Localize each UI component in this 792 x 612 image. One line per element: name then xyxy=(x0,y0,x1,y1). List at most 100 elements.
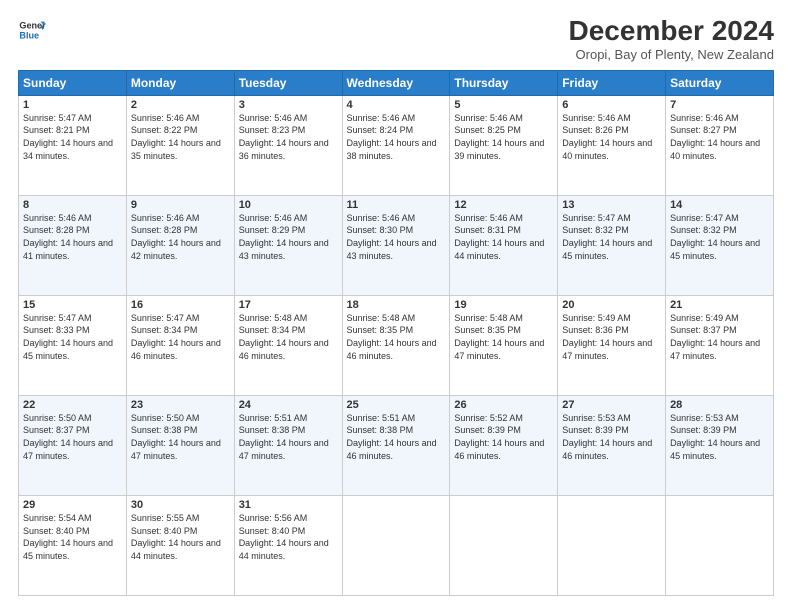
table-row: 3 Sunrise: 5:46 AMSunset: 8:23 PMDayligh… xyxy=(234,95,342,195)
calendar-header-row: Sunday Monday Tuesday Wednesday Thursday… xyxy=(19,70,774,95)
main-title: December 2024 xyxy=(569,16,774,47)
day-info: Sunrise: 5:46 AMSunset: 8:24 PMDaylight:… xyxy=(347,113,437,161)
table-row: 12 Sunrise: 5:46 AMSunset: 8:31 PMDaylig… xyxy=(450,195,558,295)
col-friday: Friday xyxy=(558,70,666,95)
day-info: Sunrise: 5:49 AMSunset: 8:36 PMDaylight:… xyxy=(562,313,652,361)
day-number: 21 xyxy=(670,299,769,311)
table-row: 6 Sunrise: 5:46 AMSunset: 8:26 PMDayligh… xyxy=(558,95,666,195)
col-monday: Monday xyxy=(126,70,234,95)
col-wednesday: Wednesday xyxy=(342,70,450,95)
day-info: Sunrise: 5:55 AMSunset: 8:40 PMDaylight:… xyxy=(131,513,221,561)
table-row: 21 Sunrise: 5:49 AMSunset: 8:37 PMDaylig… xyxy=(666,295,774,395)
day-info: Sunrise: 5:53 AMSunset: 8:39 PMDaylight:… xyxy=(562,413,652,461)
table-row: 27 Sunrise: 5:53 AMSunset: 8:39 PMDaylig… xyxy=(558,395,666,495)
day-number: 18 xyxy=(347,299,446,311)
day-info: Sunrise: 5:51 AMSunset: 8:38 PMDaylight:… xyxy=(239,413,329,461)
table-row xyxy=(666,495,774,595)
day-number: 1 xyxy=(23,99,122,111)
day-number: 16 xyxy=(131,299,230,311)
day-number: 23 xyxy=(131,399,230,411)
table-row: 7 Sunrise: 5:46 AMSunset: 8:27 PMDayligh… xyxy=(666,95,774,195)
table-row: 10 Sunrise: 5:46 AMSunset: 8:29 PMDaylig… xyxy=(234,195,342,295)
col-thursday: Thursday xyxy=(450,70,558,95)
day-info: Sunrise: 5:46 AMSunset: 8:26 PMDaylight:… xyxy=(562,113,652,161)
day-number: 30 xyxy=(131,499,230,511)
day-number: 20 xyxy=(562,299,661,311)
table-row: 26 Sunrise: 5:52 AMSunset: 8:39 PMDaylig… xyxy=(450,395,558,495)
day-info: Sunrise: 5:46 AMSunset: 8:25 PMDaylight:… xyxy=(454,113,544,161)
logo-icon: General Blue xyxy=(18,16,46,44)
day-info: Sunrise: 5:51 AMSunset: 8:38 PMDaylight:… xyxy=(347,413,437,461)
day-info: Sunrise: 5:48 AMSunset: 8:35 PMDaylight:… xyxy=(347,313,437,361)
table-row xyxy=(342,495,450,595)
day-info: Sunrise: 5:48 AMSunset: 8:34 PMDaylight:… xyxy=(239,313,329,361)
day-number: 27 xyxy=(562,399,661,411)
day-info: Sunrise: 5:46 AMSunset: 8:22 PMDaylight:… xyxy=(131,113,221,161)
table-row: 17 Sunrise: 5:48 AMSunset: 8:34 PMDaylig… xyxy=(234,295,342,395)
table-row: 19 Sunrise: 5:48 AMSunset: 8:35 PMDaylig… xyxy=(450,295,558,395)
day-info: Sunrise: 5:47 AMSunset: 8:32 PMDaylight:… xyxy=(562,213,652,261)
day-number: 31 xyxy=(239,499,338,511)
col-saturday: Saturday xyxy=(666,70,774,95)
logo: General Blue xyxy=(18,16,46,44)
day-info: Sunrise: 5:46 AMSunset: 8:28 PMDaylight:… xyxy=(131,213,221,261)
table-row: 2 Sunrise: 5:46 AMSunset: 8:22 PMDayligh… xyxy=(126,95,234,195)
table-row: 8 Sunrise: 5:46 AMSunset: 8:28 PMDayligh… xyxy=(19,195,127,295)
title-area: December 2024 Oropi, Bay of Plenty, New … xyxy=(569,16,774,62)
day-number: 24 xyxy=(239,399,338,411)
svg-text:Blue: Blue xyxy=(19,30,39,40)
day-number: 29 xyxy=(23,499,122,511)
day-number: 8 xyxy=(23,199,122,211)
day-number: 5 xyxy=(454,99,553,111)
table-row: 23 Sunrise: 5:50 AMSunset: 8:38 PMDaylig… xyxy=(126,395,234,495)
day-number: 12 xyxy=(454,199,553,211)
table-row: 4 Sunrise: 5:46 AMSunset: 8:24 PMDayligh… xyxy=(342,95,450,195)
table-row: 29 Sunrise: 5:54 AMSunset: 8:40 PMDaylig… xyxy=(19,495,127,595)
table-row: 31 Sunrise: 5:56 AMSunset: 8:40 PMDaylig… xyxy=(234,495,342,595)
day-info: Sunrise: 5:46 AMSunset: 8:30 PMDaylight:… xyxy=(347,213,437,261)
table-row: 11 Sunrise: 5:46 AMSunset: 8:30 PMDaylig… xyxy=(342,195,450,295)
col-tuesday: Tuesday xyxy=(234,70,342,95)
table-row: 22 Sunrise: 5:50 AMSunset: 8:37 PMDaylig… xyxy=(19,395,127,495)
day-info: Sunrise: 5:50 AMSunset: 8:38 PMDaylight:… xyxy=(131,413,221,461)
day-info: Sunrise: 5:49 AMSunset: 8:37 PMDaylight:… xyxy=(670,313,760,361)
day-info: Sunrise: 5:47 AMSunset: 8:33 PMDaylight:… xyxy=(23,313,113,361)
day-info: Sunrise: 5:46 AMSunset: 8:28 PMDaylight:… xyxy=(23,213,113,261)
day-number: 19 xyxy=(454,299,553,311)
day-number: 17 xyxy=(239,299,338,311)
day-number: 11 xyxy=(347,199,446,211)
day-info: Sunrise: 5:46 AMSunset: 8:31 PMDaylight:… xyxy=(454,213,544,261)
day-number: 7 xyxy=(670,99,769,111)
day-number: 2 xyxy=(131,99,230,111)
day-number: 4 xyxy=(347,99,446,111)
subtitle: Oropi, Bay of Plenty, New Zealand xyxy=(569,47,774,62)
day-info: Sunrise: 5:54 AMSunset: 8:40 PMDaylight:… xyxy=(23,513,113,561)
day-number: 6 xyxy=(562,99,661,111)
day-number: 15 xyxy=(23,299,122,311)
table-row: 30 Sunrise: 5:55 AMSunset: 8:40 PMDaylig… xyxy=(126,495,234,595)
day-info: Sunrise: 5:47 AMSunset: 8:21 PMDaylight:… xyxy=(23,113,113,161)
table-row: 25 Sunrise: 5:51 AMSunset: 8:38 PMDaylig… xyxy=(342,395,450,495)
table-row: 18 Sunrise: 5:48 AMSunset: 8:35 PMDaylig… xyxy=(342,295,450,395)
day-number: 28 xyxy=(670,399,769,411)
table-row: 28 Sunrise: 5:53 AMSunset: 8:39 PMDaylig… xyxy=(666,395,774,495)
day-number: 10 xyxy=(239,199,338,211)
day-info: Sunrise: 5:46 AMSunset: 8:29 PMDaylight:… xyxy=(239,213,329,261)
table-row: 13 Sunrise: 5:47 AMSunset: 8:32 PMDaylig… xyxy=(558,195,666,295)
day-info: Sunrise: 5:52 AMSunset: 8:39 PMDaylight:… xyxy=(454,413,544,461)
table-row: 9 Sunrise: 5:46 AMSunset: 8:28 PMDayligh… xyxy=(126,195,234,295)
table-row: 15 Sunrise: 5:47 AMSunset: 8:33 PMDaylig… xyxy=(19,295,127,395)
table-row: 24 Sunrise: 5:51 AMSunset: 8:38 PMDaylig… xyxy=(234,395,342,495)
day-number: 14 xyxy=(670,199,769,211)
day-info: Sunrise: 5:47 AMSunset: 8:34 PMDaylight:… xyxy=(131,313,221,361)
day-number: 25 xyxy=(347,399,446,411)
day-info: Sunrise: 5:53 AMSunset: 8:39 PMDaylight:… xyxy=(670,413,760,461)
day-info: Sunrise: 5:56 AMSunset: 8:40 PMDaylight:… xyxy=(239,513,329,561)
table-row xyxy=(450,495,558,595)
day-info: Sunrise: 5:48 AMSunset: 8:35 PMDaylight:… xyxy=(454,313,544,361)
table-row xyxy=(558,495,666,595)
day-info: Sunrise: 5:46 AMSunset: 8:23 PMDaylight:… xyxy=(239,113,329,161)
day-info: Sunrise: 5:50 AMSunset: 8:37 PMDaylight:… xyxy=(23,413,113,461)
table-row: 16 Sunrise: 5:47 AMSunset: 8:34 PMDaylig… xyxy=(126,295,234,395)
table-row: 1 Sunrise: 5:47 AMSunset: 8:21 PMDayligh… xyxy=(19,95,127,195)
